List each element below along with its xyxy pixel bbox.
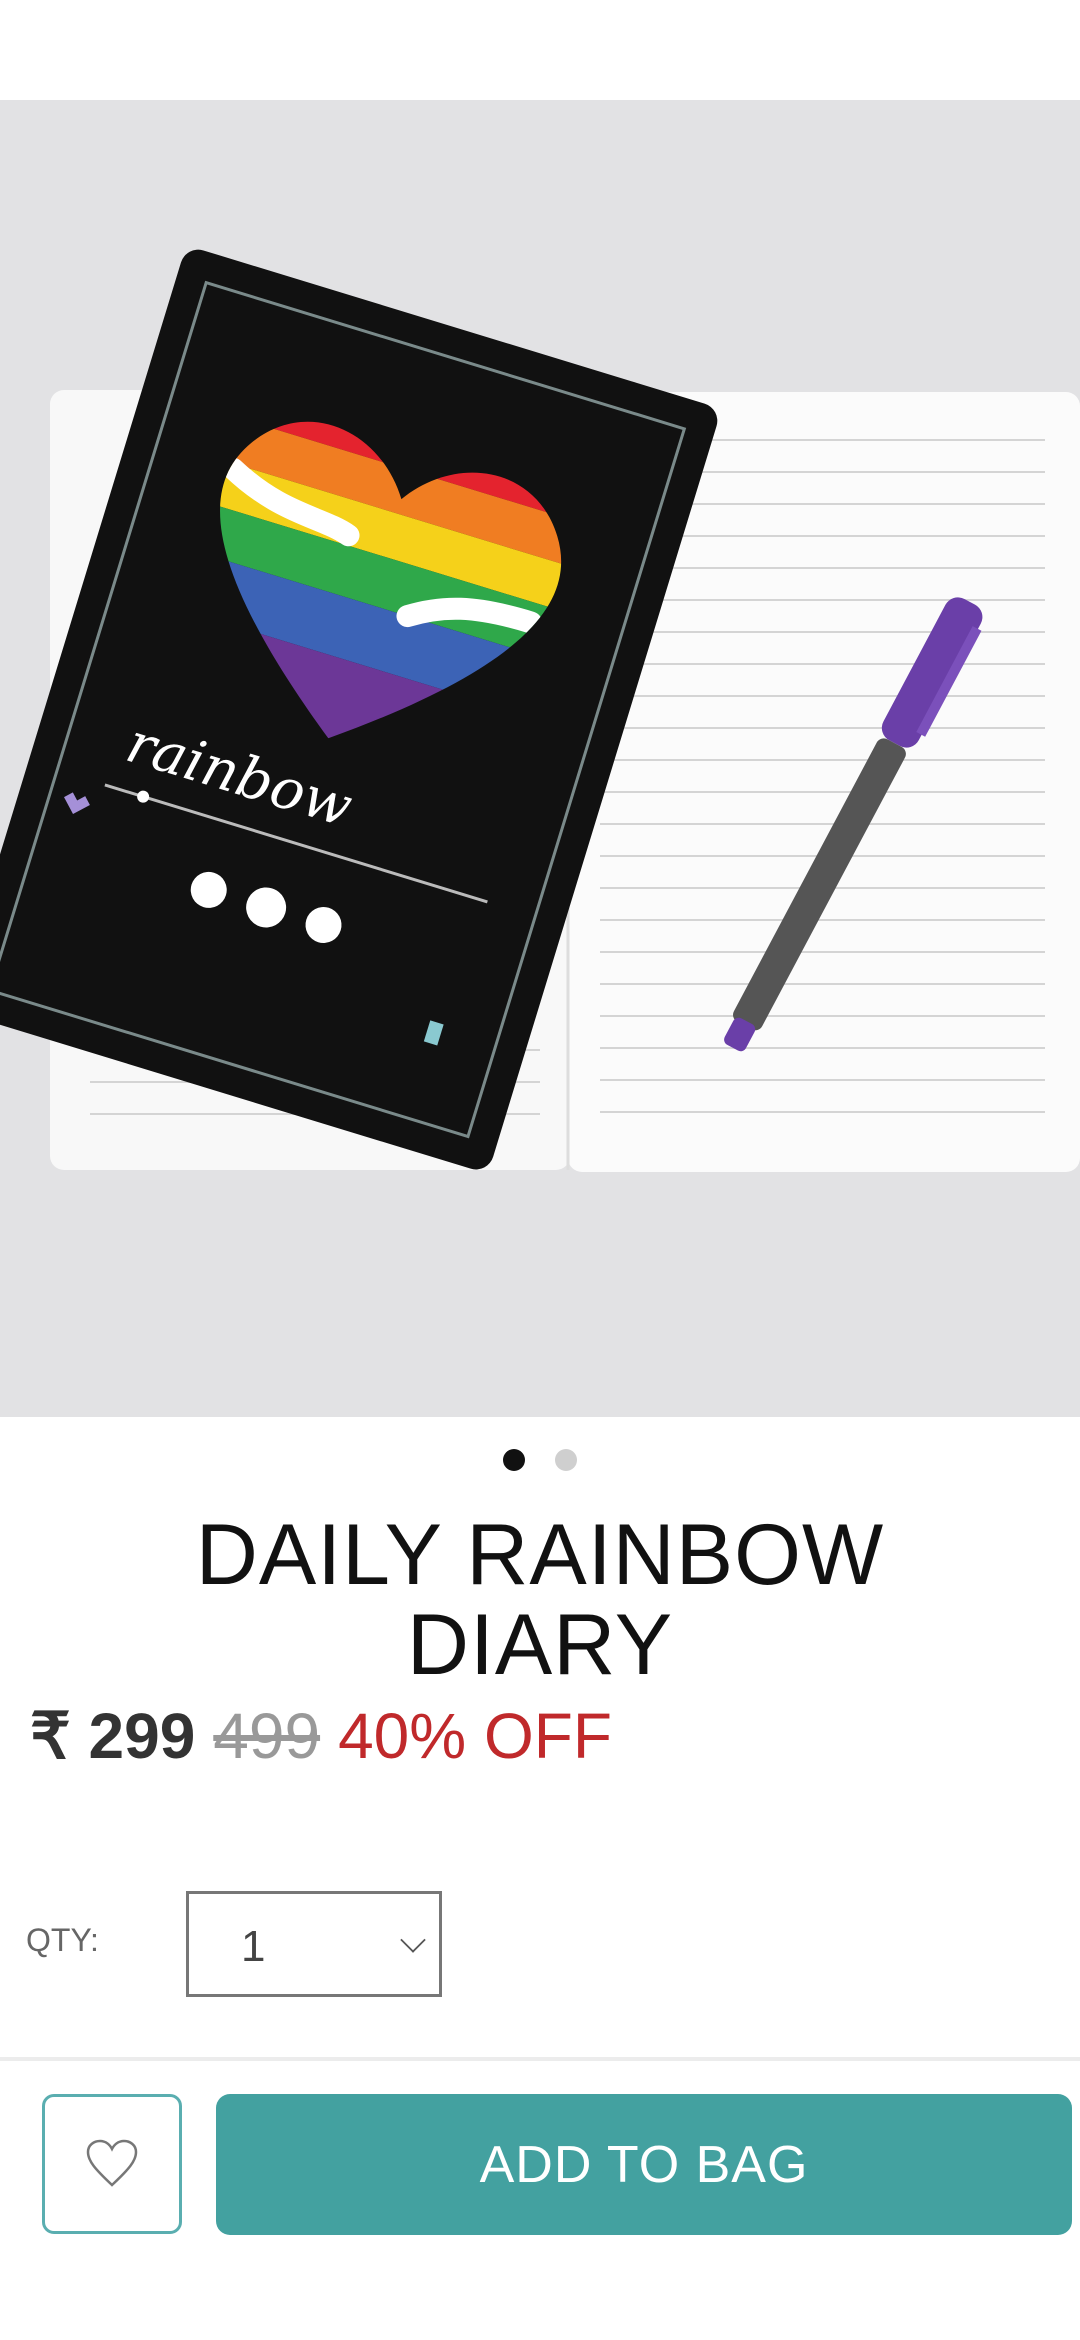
add-to-bag-button[interactable]: ADD TO BAG (216, 2094, 1072, 2235)
carousel-dot-active[interactable] (503, 1449, 525, 1471)
discount-label: 40% OFF (338, 1700, 612, 1772)
divider (0, 2057, 1080, 2061)
original-price: 499 (213, 1700, 321, 1772)
sale-price: ₹ 299 (30, 1700, 196, 1772)
carousel-dot[interactable] (555, 1449, 577, 1471)
quantity-label: QTY: (26, 1922, 99, 1958)
quantity-select[interactable]: 1 (186, 1891, 442, 1997)
image-carousel-indicator (0, 1449, 1080, 1471)
wishlist-button[interactable] (42, 2094, 182, 2234)
status-bar (0, 0, 1080, 100)
chevron-down-icon (400, 1927, 426, 1953)
heart-outline-icon (86, 2139, 138, 2187)
product-image[interactable]: rainbow (0, 100, 1080, 1417)
diary-photo: rainbow (0, 249, 1080, 1172)
quantity-value: 1 (241, 1922, 266, 1971)
product-title: DAILY RAINBOW DIARY (195, 1507, 885, 1693)
price-row: ₹ 299 499 40% OFF (30, 1698, 612, 1774)
